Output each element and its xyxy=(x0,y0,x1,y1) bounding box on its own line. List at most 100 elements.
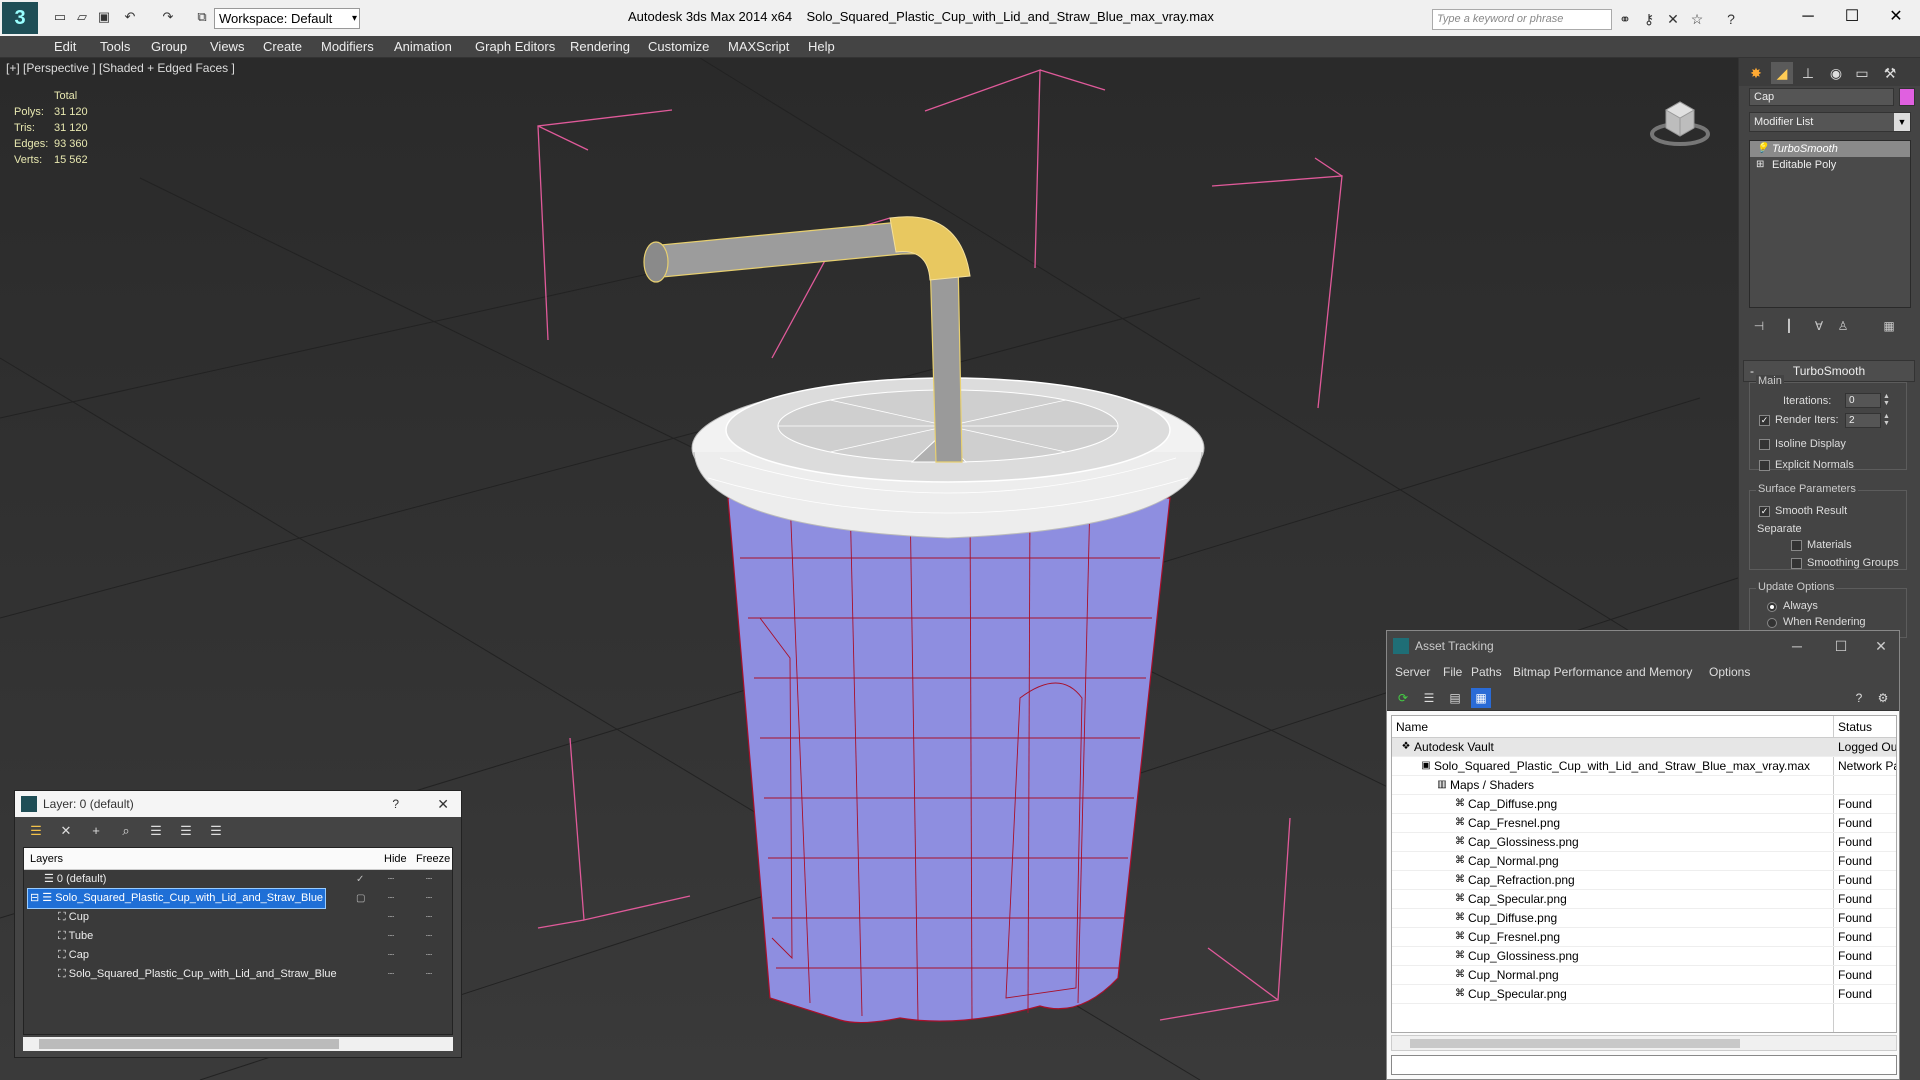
explicit-normals-checkbox[interactable] xyxy=(1759,460,1770,471)
workspace-dropdown[interactable]: Workspace: Default ▾ xyxy=(214,8,360,29)
layer-row[interactable]: ⛶ Cup ┈ ┈ xyxy=(24,908,452,927)
horizontal-scrollbar[interactable] xyxy=(23,1037,453,1051)
layer-row[interactable]: ⛶ Tube ┈ ┈ xyxy=(24,927,452,946)
layer-row[interactable]: ⛶ Solo_Squared_Plastic_Cup_with_Lid_and_… xyxy=(24,965,452,984)
hide-all-icon[interactable]: ☰ xyxy=(177,822,195,840)
scrollbar-thumb[interactable] xyxy=(39,1039,339,1049)
make-unique-icon[interactable]: ∀ xyxy=(1809,316,1829,336)
maximize-icon[interactable]: ☐ xyxy=(1830,4,1874,30)
thumbnail-view-icon[interactable]: ▤ xyxy=(1445,688,1465,708)
asset-row[interactable]: ⌘ Cup_Diffuse.png Found xyxy=(1392,909,1896,928)
menu-edit[interactable]: Edit xyxy=(54,39,76,54)
utilities-tab-icon[interactable]: ⚒ xyxy=(1879,62,1901,84)
create-layer-icon[interactable]: ☰ xyxy=(27,822,45,840)
expand-icon[interactable]: ⊞ xyxy=(1756,157,1764,173)
asset-row[interactable]: ⌘ Cup_Normal.png Found xyxy=(1392,966,1896,985)
menu-bitmap-performance[interactable]: Bitmap Performance and Memory xyxy=(1513,665,1692,679)
close-icon[interactable]: ✕ xyxy=(437,791,449,817)
redo-icon[interactable]: ↷ xyxy=(160,9,176,25)
highlight-layer-icon[interactable]: ☰ xyxy=(147,822,165,840)
pin-stack-icon[interactable]: ⊣ xyxy=(1749,316,1769,336)
key-icon[interactable]: ⚷ xyxy=(1640,10,1658,28)
scrollbar-thumb[interactable] xyxy=(1410,1039,1740,1048)
layer-row[interactable]: ⛶ Cap ┈ ┈ xyxy=(24,946,452,965)
display-tab-icon[interactable]: ▭ xyxy=(1851,62,1873,84)
binoculars-icon[interactable]: ⚭ xyxy=(1616,10,1634,28)
exchange-icon[interactable]: ✕ xyxy=(1664,10,1682,28)
menu-modifiers[interactable]: Modifiers xyxy=(321,39,374,54)
freeze-toggle[interactable]: ┈ xyxy=(426,946,432,965)
hierarchy-tab-icon[interactable]: ⊥ xyxy=(1797,62,1819,84)
hide-toggle[interactable]: ┈ xyxy=(388,870,394,889)
menu-views[interactable]: Views xyxy=(210,39,244,54)
open-file-icon[interactable]: ▱ xyxy=(74,9,90,25)
hide-toggle[interactable]: ┈ xyxy=(388,908,394,927)
menu-file[interactable]: File xyxy=(1443,665,1462,679)
asset-row[interactable]: ⌘ Cap_Normal.png Found xyxy=(1392,852,1896,871)
asset-row[interactable]: ⌘ Cup_Glossiness.png Found xyxy=(1392,947,1896,966)
materials-checkbox[interactable] xyxy=(1791,540,1802,551)
settings-icon[interactable]: ⚙ xyxy=(1873,688,1893,708)
close-icon[interactable]: ✕ xyxy=(1874,4,1918,30)
help-icon[interactable]: ? xyxy=(1849,688,1869,708)
freeze-toggle[interactable]: ┈ xyxy=(426,965,432,984)
smooth-result-checkbox[interactable]: ✓ xyxy=(1759,506,1770,517)
column-name[interactable]: Name xyxy=(1396,716,1428,738)
freeze-toggle[interactable]: ┈ xyxy=(426,927,432,946)
menu-animation[interactable]: Animation xyxy=(394,39,452,54)
column-hide[interactable]: Hide xyxy=(384,848,407,870)
remove-modifier-icon[interactable]: ♙ xyxy=(1833,316,1853,336)
list-view-icon[interactable]: ☰ xyxy=(1419,688,1439,708)
refresh-icon[interactable]: ⟳ xyxy=(1393,688,1413,708)
minimize-icon[interactable]: ─ xyxy=(1786,4,1830,30)
column-freeze[interactable]: Freeze xyxy=(416,848,450,870)
hold-icon[interactable]: ⧉ xyxy=(194,9,210,25)
layer-window-titlebar[interactable]: Layer: 0 (default) ? ✕ xyxy=(15,791,461,817)
freeze-toggle[interactable]: ┈ xyxy=(426,870,432,889)
add-to-layer-icon[interactable]: + xyxy=(87,822,105,840)
column-status[interactable]: Status xyxy=(1838,716,1872,738)
menu-customize[interactable]: Customize xyxy=(648,39,709,54)
stack-item-editable-poly[interactable]: ⊞ Editable Poly xyxy=(1750,157,1910,173)
hide-toggle[interactable]: ┈ xyxy=(388,927,394,946)
add-selection-icon[interactable]: ▢ xyxy=(356,889,365,908)
render-iters-spinner[interactable]: 2 xyxy=(1845,413,1881,428)
table-view-icon[interactable]: ▦ xyxy=(1471,688,1491,708)
menu-tools[interactable]: Tools xyxy=(100,39,130,54)
new-file-icon[interactable]: ▭ xyxy=(52,9,68,25)
horizontal-scrollbar[interactable] xyxy=(1391,1035,1897,1051)
viewport-label[interactable]: [+] [Perspective ] [Shaded + Edged Faces… xyxy=(6,61,235,75)
asset-row[interactable]: ⌘ Cup_Fresnel.png Found xyxy=(1392,928,1896,947)
iterations-spinner[interactable]: 0 xyxy=(1845,393,1881,408)
column-layers[interactable]: Layers xyxy=(30,848,63,870)
spinner-arrows-icon[interactable]: ▲ ▼ xyxy=(1883,413,1891,428)
asset-row[interactable]: ⌘ Cap_Specular.png Found xyxy=(1392,890,1896,909)
asset-row[interactable]: ⌘ Cap_Glossiness.png Found xyxy=(1392,833,1896,852)
modify-tab-icon[interactable]: ◢ xyxy=(1771,62,1793,84)
asset-row[interactable]: ▣ Solo_Squared_Plastic_Cup_with_Lid_and_S… xyxy=(1392,757,1896,776)
layer-row[interactable]: ⊟ ☰ Solo_Squared_Plastic_Cup_with_Lid_an… xyxy=(24,888,452,909)
help-icon[interactable]: ? xyxy=(392,791,399,817)
show-end-result-icon[interactable]: ┃ xyxy=(1779,316,1799,336)
object-name-field[interactable]: Cap xyxy=(1749,88,1894,106)
stack-item-turbosmooth[interactable]: 💡 TurboSmooth xyxy=(1750,141,1910,157)
object-color-swatch[interactable] xyxy=(1899,88,1915,106)
search-input[interactable]: Type a keyword or phrase xyxy=(1432,9,1612,30)
asset-row[interactable]: ⌘ Cup_Specular.png Found xyxy=(1392,985,1896,1004)
menu-group[interactable]: Group xyxy=(151,39,187,54)
close-icon[interactable]: ✕ xyxy=(1861,631,1901,661)
delete-layer-icon[interactable]: ✕ xyxy=(57,822,75,840)
motion-tab-icon[interactable]: ◉ xyxy=(1825,62,1847,84)
asset-row[interactable]: ⌘ Cap_Refraction.png Found xyxy=(1392,871,1896,890)
hide-toggle[interactable]: ┈ xyxy=(388,965,394,984)
help-icon[interactable]: ? xyxy=(1722,10,1740,28)
freeze-all-icon[interactable]: ☰ xyxy=(207,822,225,840)
asset-window-titlebar[interactable]: Asset Tracking ─ ☐ ✕ xyxy=(1387,631,1899,661)
always-radio[interactable] xyxy=(1767,602,1777,612)
undo-icon[interactable]: ↶ xyxy=(122,9,138,25)
viewcube-icon[interactable] xyxy=(1648,88,1712,152)
freeze-toggle[interactable]: ┈ xyxy=(426,908,432,927)
when-rendering-radio[interactable] xyxy=(1767,618,1777,628)
minimize-icon[interactable]: ─ xyxy=(1777,631,1817,661)
save-icon[interactable]: ▣ xyxy=(96,9,112,25)
